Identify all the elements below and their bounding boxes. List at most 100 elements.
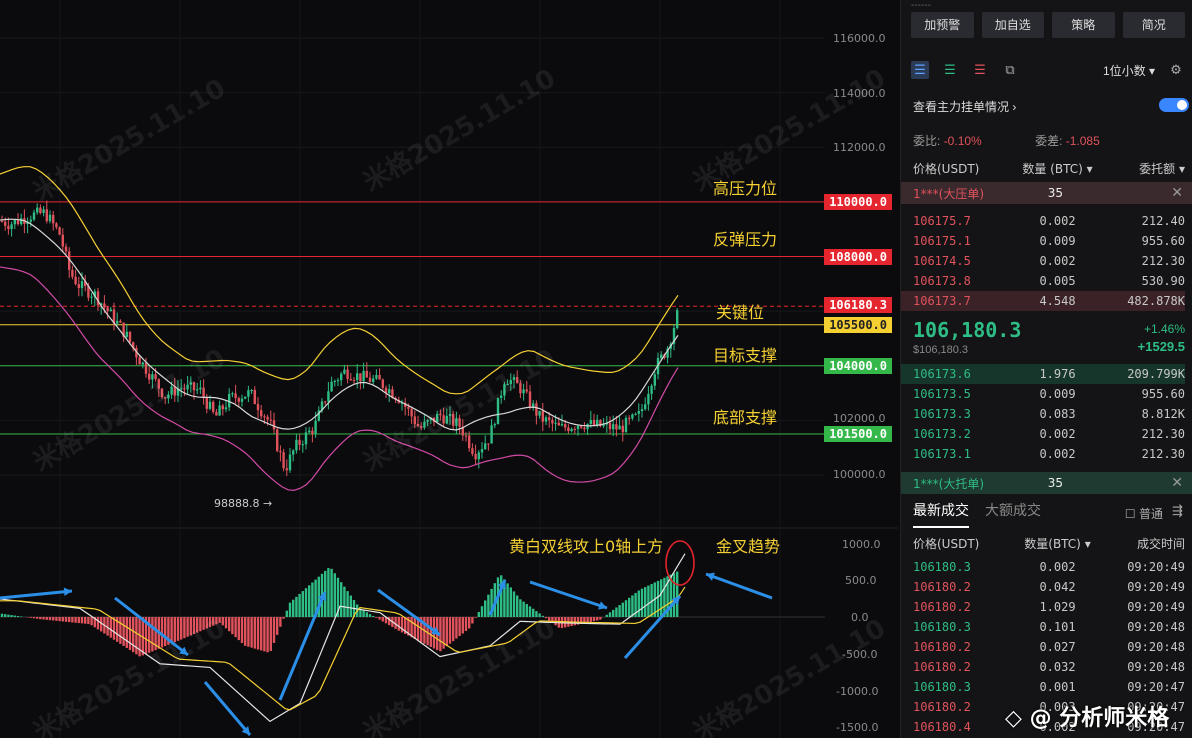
tab-large-trades[interactable]: 大额成交 bbox=[985, 500, 1041, 528]
y-tick: 116000.0 bbox=[833, 32, 886, 45]
big-bid-bar[interactable]: 1***(大托单) 35 ✕ bbox=[901, 472, 1192, 494]
candle-body bbox=[346, 369, 349, 379]
macd-histogram-bar bbox=[410, 617, 413, 638]
settings-icon[interactable]: ⚙ bbox=[1167, 61, 1185, 79]
ask-row[interactable]: 106175.7 0.002 212.40 bbox=[913, 211, 1185, 231]
macd-histogram-bar bbox=[266, 617, 269, 653]
trend-arrow bbox=[529, 580, 608, 610]
candle-body bbox=[61, 234, 64, 247]
book-depth-icon[interactable]: ⧉ bbox=[1001, 61, 1019, 79]
ask-row[interactable]: 106173.7 4.548 482.878K bbox=[901, 291, 1185, 311]
candle-body bbox=[244, 396, 247, 399]
trade-row[interactable]: 106180.3 0.001 09:20:47 bbox=[913, 677, 1185, 697]
trade-row[interactable]: 106180.2 0.032 09:20:48 bbox=[913, 657, 1185, 677]
macd-histogram-bar bbox=[292, 599, 295, 617]
macd-histogram-bar bbox=[631, 595, 634, 617]
change-absolute: +1529.5 bbox=[1137, 339, 1185, 354]
candle-body bbox=[388, 389, 391, 394]
arrow-head bbox=[63, 587, 72, 597]
add-watchlist-button[interactable]: 加自选 bbox=[981, 12, 1044, 38]
bid-row[interactable]: 106173.2 0.002 212.30 bbox=[913, 424, 1185, 444]
decimal-select[interactable]: 1位小数 ▾ bbox=[1103, 62, 1155, 79]
trade-row[interactable]: 106180.2 0.042 09:20:49 bbox=[913, 577, 1185, 597]
annotation-macd-cross: 黄白双线攻上0轴上方 bbox=[509, 537, 664, 556]
macd-histogram-bar bbox=[80, 617, 84, 624]
macd-histogram-bar bbox=[282, 617, 285, 619]
book-asks-icon[interactable]: ☰ bbox=[971, 61, 989, 79]
ask-row[interactable]: 106173.8 0.005 530.90 bbox=[913, 271, 1185, 291]
macd-histogram-bar bbox=[84, 617, 87, 624]
candle-body bbox=[48, 214, 52, 222]
big-ask-bar[interactable]: 1***(大压单) 35 ✕ bbox=[901, 182, 1192, 204]
candle-body bbox=[128, 331, 132, 343]
macd-histogram-bar bbox=[365, 612, 368, 617]
candle-body bbox=[608, 422, 612, 430]
macd-histogram-bar bbox=[471, 617, 474, 624]
candle-body bbox=[276, 429, 279, 452]
candle-body bbox=[205, 397, 208, 409]
candle-body bbox=[42, 209, 45, 213]
macd-histogram-bar bbox=[16, 615, 20, 617]
bid-row[interactable]: 106173.3 0.083 8.812K bbox=[913, 404, 1185, 424]
macd-histogram-bar bbox=[109, 617, 112, 638]
macd-histogram-bar bbox=[592, 617, 596, 622]
macd-histogram-bar bbox=[461, 617, 464, 634]
trade-row[interactable]: 106180.3 0.002 09:20:49 bbox=[913, 557, 1185, 577]
filter-icon[interactable]: ⇶ bbox=[1172, 503, 1183, 519]
candle-body bbox=[628, 417, 631, 419]
candle-body bbox=[212, 401, 215, 412]
close-icon[interactable]: ✕ bbox=[1171, 475, 1183, 491]
macd-histogram-bar bbox=[372, 615, 375, 617]
bid-row[interactable]: 106173.5 0.009 955.60 bbox=[913, 384, 1185, 404]
macd-histogram-bar bbox=[458, 617, 461, 637]
macd-histogram-bar bbox=[468, 617, 471, 629]
candle-body bbox=[260, 410, 263, 417]
candle-body bbox=[615, 424, 618, 430]
macd-histogram-bar bbox=[224, 617, 228, 629]
candle-body bbox=[224, 407, 228, 410]
candle-body bbox=[640, 409, 644, 412]
candle-body bbox=[471, 448, 474, 455]
overview-button[interactable]: 简况 bbox=[1122, 12, 1185, 38]
candle-body bbox=[77, 284, 80, 289]
bid-row[interactable]: 106173.1 0.002 212.30 bbox=[913, 444, 1185, 464]
candle-body bbox=[528, 391, 532, 408]
trend-arrow bbox=[0, 589, 73, 600]
y-tick: 102000.0 bbox=[833, 412, 886, 425]
trade-row[interactable]: 106180.2 1.029 09:20:49 bbox=[913, 597, 1185, 617]
macd-histogram-bar bbox=[240, 617, 244, 644]
low-price-label: 98888.8 → bbox=[214, 497, 273, 510]
candle-body bbox=[295, 439, 298, 451]
tab-latest-trades[interactable]: 最新成交 bbox=[913, 500, 969, 528]
add-alert-button[interactable]: 加预警 bbox=[911, 12, 974, 38]
candle-body bbox=[298, 439, 301, 445]
macd-histogram-bar bbox=[330, 568, 333, 617]
trend-arrow bbox=[203, 681, 252, 736]
candle-body bbox=[407, 406, 410, 409]
price-chart[interactable]: 110000.0 108000.0 106180.3 105500.0 1040… bbox=[0, 0, 898, 738]
candle-body bbox=[560, 424, 564, 426]
bid-row[interactable]: 106173.6 1.976 209.799K bbox=[901, 364, 1185, 384]
chart-canvas[interactable] bbox=[0, 0, 898, 738]
candle-body bbox=[532, 403, 535, 408]
order-toggle-switch[interactable] bbox=[1159, 98, 1189, 112]
candle-body bbox=[125, 331, 128, 337]
ask-row[interactable]: 106174.5 0.002 212.30 bbox=[913, 251, 1185, 271]
normal-checkbox[interactable]: ☐ 普通 bbox=[1125, 505, 1163, 522]
level-label-105500: 105500.0 bbox=[824, 317, 892, 333]
trade-row[interactable]: 106180.2 0.027 09:20:48 bbox=[913, 637, 1185, 657]
candle-body bbox=[71, 269, 74, 277]
macd-histogram-bar bbox=[605, 614, 608, 617]
strategy-button[interactable]: 策略 bbox=[1052, 12, 1115, 38]
candle-body bbox=[231, 393, 234, 395]
candle-body bbox=[138, 357, 141, 365]
candle-body bbox=[285, 468, 288, 471]
trade-row[interactable]: 106180.3 0.101 09:20:48 bbox=[913, 617, 1185, 637]
macd-histogram-bar bbox=[397, 617, 400, 631]
ask-row[interactable]: 106175.1 0.009 955.60 bbox=[913, 231, 1185, 251]
book-both-icon[interactable]: ☰ bbox=[911, 61, 929, 79]
book-bids-icon[interactable]: ☰ bbox=[941, 61, 959, 79]
macd-histogram-bar bbox=[295, 596, 298, 617]
close-icon[interactable]: ✕ bbox=[1171, 185, 1183, 201]
macd-histogram-bar bbox=[474, 617, 477, 618]
